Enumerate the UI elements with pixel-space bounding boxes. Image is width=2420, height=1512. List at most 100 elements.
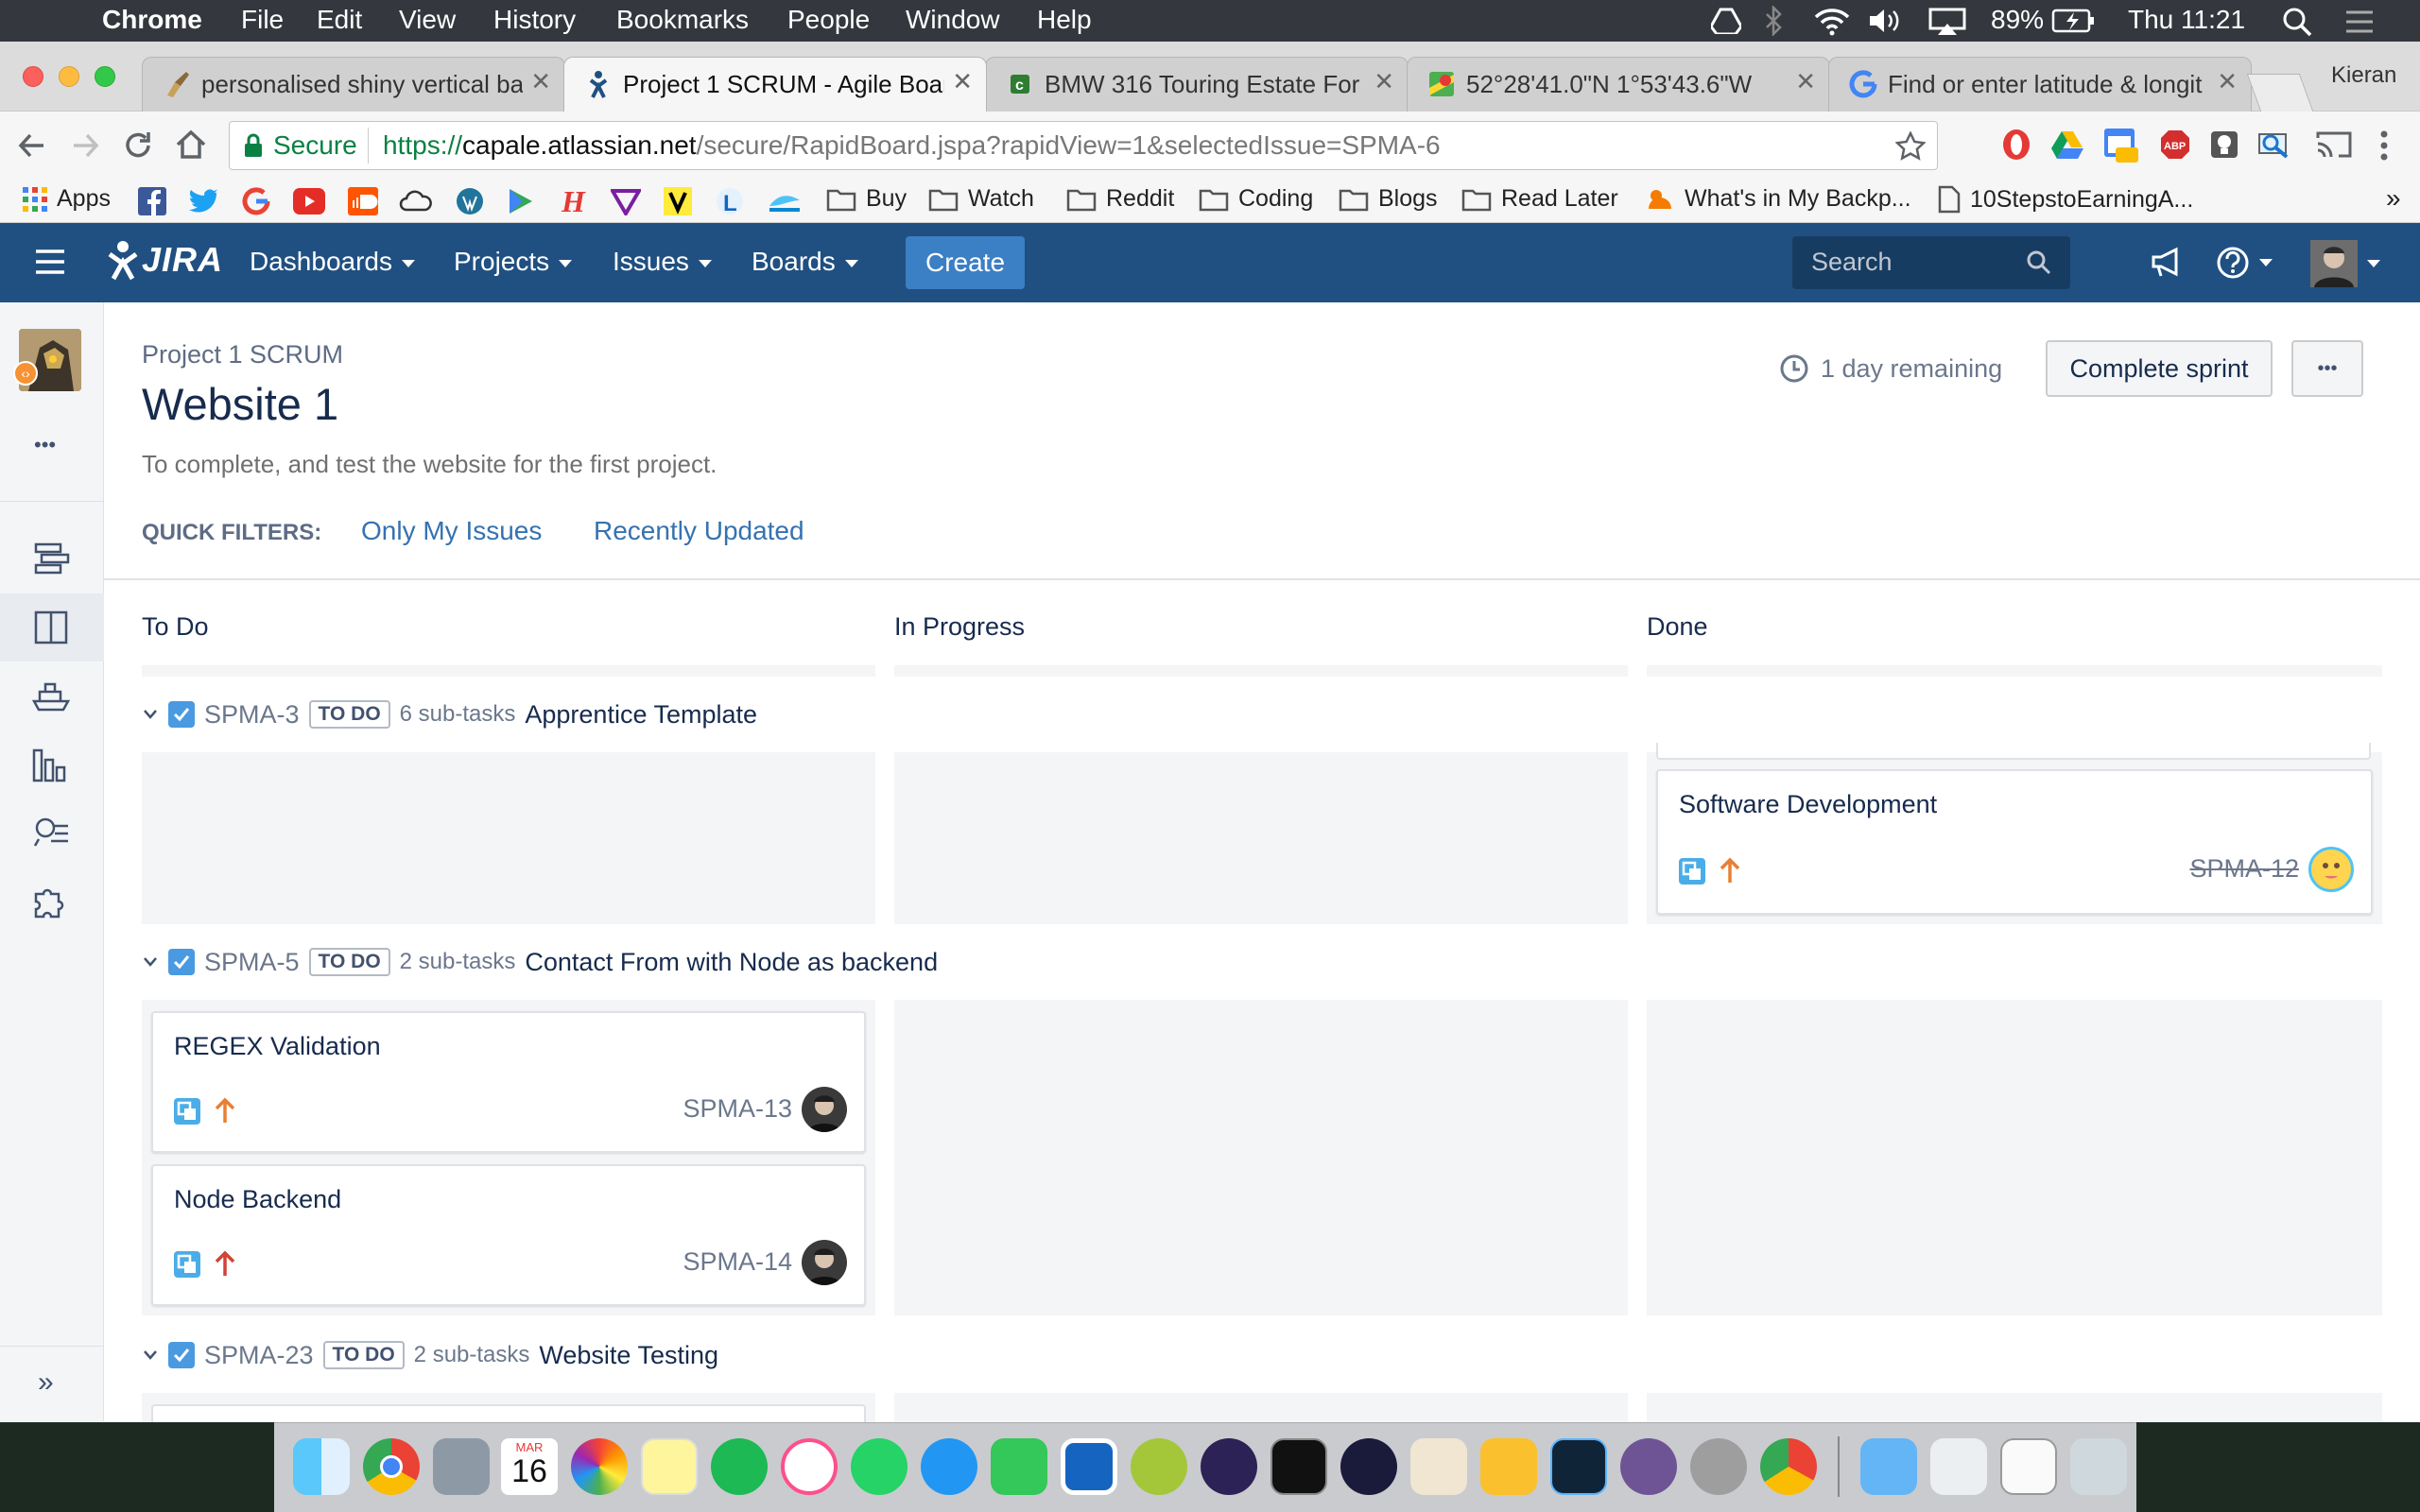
bookmark-folder-buy[interactable]: Buy [826, 185, 907, 213]
preview-icon[interactable] [433, 1438, 490, 1495]
create-button[interactable]: Create [906, 236, 1025, 289]
issue-card[interactable]: Software Development SPMA-12 [1656, 769, 2373, 915]
url-text[interactable]: https://capale.atlassian.net/secure/Rapi… [383, 130, 1441, 161]
card-issue-key[interactable]: SPMA-12 [2189, 854, 2299, 884]
assignee-avatar[interactable] [802, 1240, 847, 1285]
chrome-menu-icon[interactable] [2377, 129, 2392, 163]
airplay-icon[interactable] [1928, 8, 1966, 36]
calendar-icon[interactable]: MAR 16 [501, 1438, 558, 1495]
cloud-service-icon[interactable] [399, 189, 433, 214]
nav-projects[interactable]: Projects [454, 247, 573, 277]
recent-document-icon[interactable] [1930, 1438, 1987, 1495]
chrome-canary-icon[interactable] [1760, 1438, 1817, 1495]
finder-icon[interactable] [293, 1438, 350, 1495]
swimlane-header[interactable]: SPMA-3 TO DO 6 sub-tasks Apprentice Temp… [142, 696, 757, 733]
chevron-down-icon[interactable] [142, 708, 159, 721]
close-icon[interactable]: ✕ [1795, 67, 1816, 96]
notes-icon[interactable] [641, 1438, 698, 1495]
issue-key[interactable]: SPMA-3 [204, 700, 300, 730]
menu-history[interactable]: History [493, 5, 576, 35]
triangle-bookmark-icon[interactable] [611, 187, 641, 215]
whatsapp-icon[interactable] [851, 1438, 908, 1495]
close-icon[interactable]: ✕ [1374, 67, 1394, 96]
board-more-button[interactable]: ••• [2291, 340, 2363, 397]
adblock-plus-icon[interactable]: ABP [2159, 129, 2191, 161]
breadcrumb-project[interactable]: Project 1 SCRUM [142, 340, 343, 369]
issue-card[interactable]: Node Backend SPMA-14 [151, 1164, 866, 1306]
card-issue-key[interactable]: SPMA-13 [683, 1094, 792, 1124]
reload-icon[interactable] [121, 129, 155, 163]
bookmark-folder-read-later[interactable]: Read Later [1461, 185, 1618, 213]
lightroom-icon[interactable] [1550, 1438, 1607, 1495]
bookmark-folder-watch[interactable]: Watch [928, 185, 1034, 213]
menu-file[interactable]: File [241, 5, 284, 35]
menu-bookmarks[interactable]: Bookmarks [616, 5, 749, 35]
recent-window-icon[interactable] [2000, 1438, 2057, 1495]
story-summary[interactable]: Website Testing [539, 1341, 718, 1370]
soundcloud-icon[interactable] [348, 187, 378, 215]
wifi-icon[interactable] [1813, 6, 1851, 36]
menu-view[interactable]: View [399, 5, 456, 35]
search-input[interactable]: Search [1792, 236, 2070, 289]
v-bookmark-icon[interactable] [664, 187, 692, 215]
calendar-extension-icon[interactable] [2102, 125, 2140, 164]
close-icon[interactable]: ✕ [952, 67, 973, 96]
system-preferences-icon[interactable] [1690, 1438, 1747, 1495]
facetime-icon[interactable] [991, 1438, 1047, 1495]
idea-bulb-icon[interactable] [1480, 1438, 1537, 1495]
assignee-avatar[interactable] [802, 1087, 847, 1132]
messages-icon[interactable] [921, 1438, 977, 1495]
nav-issues[interactable]: Issues [613, 247, 712, 277]
sprint-time-remaining[interactable]: 1 day remaining [1779, 353, 2002, 384]
eclipse-che-icon[interactable] [1340, 1438, 1397, 1495]
youtube-icon[interactable] [293, 188, 325, 215]
browser-tab[interactable]: Find or enter latitude & longit ✕ [1828, 57, 2252, 112]
star-bookmark-icon[interactable] [1895, 131, 1926, 162]
shark-bookmark-icon[interactable] [768, 187, 802, 215]
chevron-down-icon[interactable] [142, 955, 159, 969]
swimlane-header[interactable]: SPMA-5 TO DO 2 sub-tasks Contact From wi… [142, 943, 938, 981]
new-tab-button[interactable] [2246, 74, 2314, 112]
forward-icon[interactable] [68, 129, 102, 163]
sidebar-item-active-sprints[interactable] [0, 593, 104, 662]
eclipse-icon[interactable] [1201, 1438, 1257, 1495]
google-drive-icon[interactable] [2051, 129, 2083, 161]
home-icon[interactable] [174, 128, 208, 162]
bookmark-folder-coding[interactable]: Coding [1199, 185, 1313, 213]
issue-card[interactable]: REGEX Validation SPMA-13 [151, 1011, 866, 1153]
facebook-icon[interactable] [138, 187, 166, 215]
issue-key[interactable]: SPMA-23 [204, 1341, 314, 1370]
menu-people[interactable]: People [787, 5, 870, 35]
card-issue-key[interactable]: SPMA-14 [683, 1247, 792, 1277]
assignee-avatar[interactable] [2308, 847, 2354, 892]
photos-icon[interactable] [571, 1438, 628, 1495]
menu-window[interactable]: Window [906, 5, 1000, 35]
filter-only-my-issues[interactable]: Only My Issues [361, 516, 542, 546]
help-menu[interactable] [2216, 246, 2273, 280]
menu-help[interactable]: Help [1037, 5, 1092, 35]
hackaday-icon[interactable]: H [560, 185, 592, 217]
menu-edit[interactable]: Edit [317, 5, 362, 35]
notification-center-icon[interactable] [2342, 9, 2377, 35]
opera-extension-icon[interactable] [2000, 129, 2032, 161]
close-icon[interactable]: ✕ [530, 67, 551, 96]
filter-recently-updated[interactable]: Recently Updated [594, 516, 804, 546]
menu-clock[interactable]: Thu 11:21 [2128, 5, 2245, 35]
downloads-folder-icon[interactable] [1860, 1438, 1917, 1495]
browser-tab[interactable]: c BMW 316 Touring Estate For ✕ [985, 57, 1409, 112]
battery-charging-icon[interactable] [2051, 9, 2095, 33]
window-minimize-button[interactable] [59, 66, 79, 87]
lightbulb-extension-icon[interactable] [2208, 129, 2240, 161]
bookmark-link-10steps[interactable]: 10StepstoEarningA... [1938, 185, 2193, 214]
window-zoom-button[interactable] [95, 66, 115, 87]
nav-boards[interactable]: Boards [752, 247, 858, 277]
complete-sprint-button[interactable]: Complete sprint [2046, 340, 2273, 397]
add-ons-puzzle-icon[interactable] [32, 883, 68, 919]
issue-card-partial[interactable] [151, 1404, 866, 1422]
terminal-icon[interactable] [1270, 1438, 1327, 1495]
reports-icon[interactable] [32, 747, 70, 782]
profile-menu[interactable] [2310, 240, 2380, 287]
sidebar-more-button[interactable]: ••• [34, 433, 56, 457]
bookmark-apps[interactable]: Apps [23, 185, 111, 213]
github-desktop-icon[interactable] [1620, 1438, 1677, 1495]
